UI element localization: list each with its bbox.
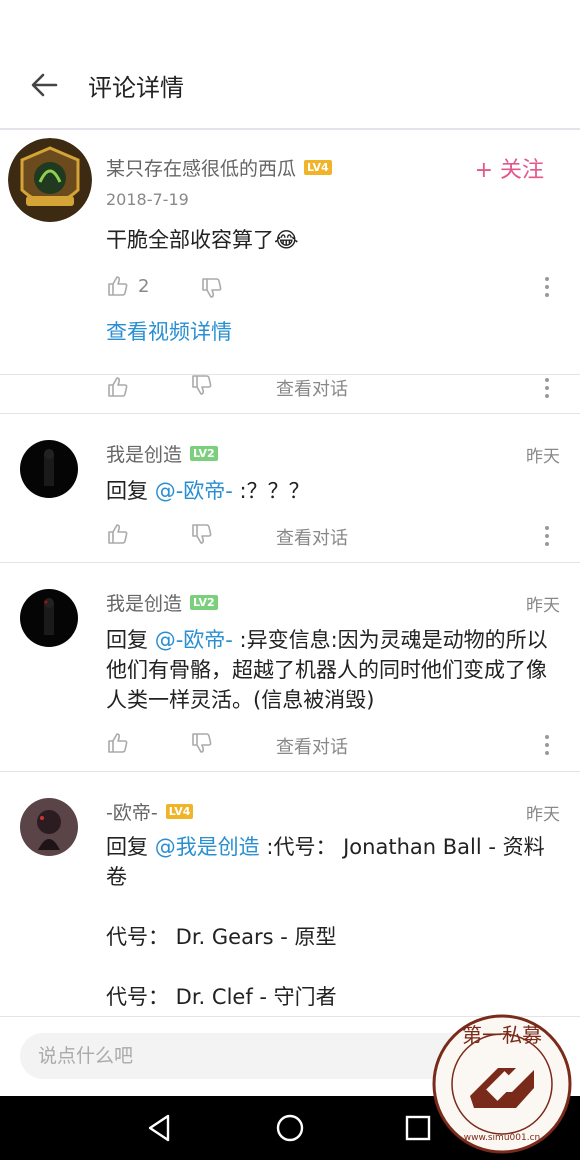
avatar[interactable]	[20, 440, 78, 498]
avatar[interactable]	[20, 589, 78, 647]
author-name[interactable]: 某只存在感很低的西瓜	[106, 158, 296, 180]
reply-line: 代号： Dr. Clef - 守门者	[106, 985, 337, 1009]
follow-button[interactable]: + 关注	[475, 152, 544, 184]
reply-author[interactable]: 我是创造 LV2	[106, 589, 218, 616]
back-button[interactable]	[0, 42, 88, 128]
avatar[interactable]	[20, 798, 78, 856]
author-name[interactable]: -欧帝-	[106, 802, 158, 824]
thumbs-up-icon[interactable]	[106, 522, 130, 546]
avatar[interactable]	[8, 138, 92, 222]
reply-item: -欧帝- LV4 昨天 回复 @我是创造 :代号： Jonathan Ball -…	[0, 772, 580, 1016]
level-badge: LV2	[190, 595, 218, 610]
comment-date: 2018-7-19	[106, 190, 189, 209]
watermark-text: 第一私募	[462, 1023, 542, 1047]
reply-time: 昨天	[526, 447, 560, 467]
reply-text: 回复 @-欧帝- :异变信息:因为灵魂是动物的所以他们有骨骼，超越了机器人的同时…	[106, 625, 558, 715]
thumbs-down-icon[interactable]	[200, 276, 224, 300]
watermark-url: www.simu001.cn	[464, 1133, 540, 1143]
thumbs-down-icon[interactable]	[190, 731, 214, 755]
mention-link[interactable]: @-欧帝-	[155, 479, 233, 503]
more-options-icon[interactable]	[544, 277, 550, 301]
reply-body: :？？？	[232, 479, 310, 503]
reply-prefix: 回复	[106, 835, 155, 859]
main-comment: 某只存在感很低的西瓜 LV4 2018-7-19 + 关注 干脆全部收容算了😂 2…	[0, 130, 580, 375]
reply-line: 代号： Dr. Gears - 原型	[106, 925, 337, 949]
app-bar: 评论详情	[0, 42, 580, 130]
author-name[interactable]: 我是创造	[106, 444, 182, 466]
reply-time: 昨天	[526, 596, 560, 616]
comment-body: 干脆全部收容算了	[106, 228, 274, 252]
more-options-icon[interactable]	[544, 526, 550, 550]
reply-text: 回复 @-欧帝- :？？？	[106, 476, 558, 506]
page-title: 评论详情	[88, 73, 184, 102]
mention-link[interactable]: @我是创造	[155, 835, 260, 859]
reply-prefix: 回复	[106, 628, 155, 652]
level-badge: LV2	[190, 446, 218, 461]
comment-text: 干脆全部收容算了😂	[106, 225, 558, 255]
nav-back-icon[interactable]	[142, 1110, 178, 1146]
more-options-icon[interactable]	[544, 378, 550, 402]
thumbs-up-icon[interactable]	[106, 274, 130, 298]
view-conversation-link[interactable]: 查看对话	[276, 733, 348, 759]
comment-author[interactable]: 某只存在感很低的西瓜 LV4	[106, 154, 332, 181]
status-bar	[0, 0, 580, 42]
reply-actions-partial: 查看对话	[0, 375, 580, 414]
reply-author[interactable]: -欧帝- LV4	[106, 798, 194, 825]
view-video-link[interactable]: 查看视频详情	[106, 316, 232, 346]
thumbs-down-icon[interactable]	[190, 522, 214, 546]
view-conversation-link[interactable]: 查看对话	[276, 524, 348, 550]
mention-link[interactable]: @-欧帝-	[155, 628, 233, 652]
like-count: 2	[138, 276, 150, 297]
comment-list[interactable]: 某只存在感很低的西瓜 LV4 2018-7-19 + 关注 干脆全部收容算了😂 2…	[0, 130, 580, 1016]
reply-item: 我是创造 LV2 昨天 回复 @-欧帝- :？？？ 查看对话	[0, 414, 580, 563]
back-arrow-icon	[31, 73, 58, 97]
view-conversation-link[interactable]: 查看对话	[276, 375, 348, 401]
reply-text: 回复 @我是创造 :代号： Jonathan Ball - 资料卷	[106, 832, 558, 892]
thumbs-up-icon[interactable]	[106, 375, 130, 399]
thumbs-up-icon[interactable]	[106, 731, 130, 755]
reply-author[interactable]: 我是创造 LV2	[106, 440, 218, 467]
author-name[interactable]: 我是创造	[106, 593, 182, 615]
nav-home-icon[interactable]	[272, 1110, 308, 1146]
level-badge: LV4	[165, 804, 194, 819]
thumbs-down-icon[interactable]	[190, 373, 214, 397]
reply-prefix: 回复	[106, 479, 155, 503]
more-options-icon[interactable]	[544, 735, 550, 759]
laugh-emoji-icon: 😂	[274, 228, 299, 252]
reply-time: 昨天	[526, 805, 560, 825]
level-badge: LV4	[304, 160, 332, 175]
reply-item: 我是创造 LV2 昨天 回复 @-欧帝- :异变信息:因为灵魂是动物的所以他们有骨…	[0, 563, 580, 772]
watermark-logo: 第一私募 www.simu001.cn	[432, 1014, 572, 1154]
